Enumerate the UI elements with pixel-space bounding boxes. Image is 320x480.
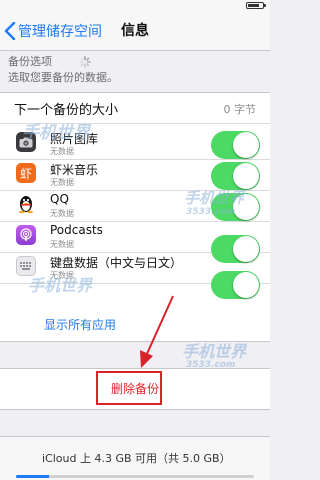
storage-progress-bar bbox=[16, 475, 254, 478]
storage-available-text: iCloud 上 4.3 GB 可用（共 5.0 GB） bbox=[42, 452, 231, 465]
annotation-arrow-icon bbox=[140, 295, 174, 368]
storage-footer: iCloud 上 4.3 GB 可用（共 5.0 GB） bbox=[0, 436, 270, 480]
storage-progress-fill bbox=[16, 475, 50, 478]
